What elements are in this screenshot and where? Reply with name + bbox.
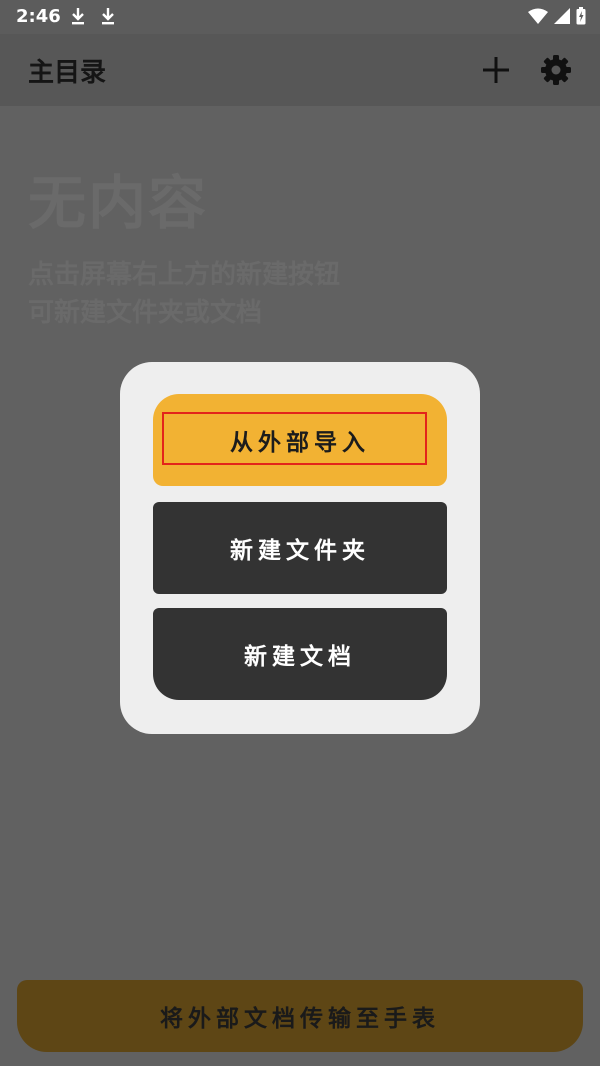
import-external-button[interactable]: 从外部导入 bbox=[153, 394, 447, 486]
status-time: 2:46 bbox=[16, 6, 61, 27]
transfer-to-watch-label: 将外部文档传输至手表 bbox=[160, 1006, 440, 1032]
new-folder-button[interactable]: 新建文件夹 bbox=[153, 502, 447, 594]
plus-icon bbox=[483, 57, 509, 83]
empty-state-line: 点击屏幕右上方的新建按钮 bbox=[28, 260, 341, 290]
new-document-button[interactable]: 新建文档 bbox=[153, 608, 447, 700]
battery-charging-icon bbox=[576, 7, 586, 25]
status-bar: 2:46 bbox=[0, 0, 600, 34]
cellular-signal-icon bbox=[554, 8, 570, 24]
wifi-icon bbox=[528, 8, 548, 24]
highlight-box bbox=[162, 412, 427, 465]
transfer-to-watch-button[interactable]: 将外部文档传输至手表 bbox=[17, 980, 583, 1052]
download-icon bbox=[72, 8, 84, 25]
new-document-label: 新建文档 bbox=[244, 644, 356, 670]
empty-state-description: 点击屏幕右上方的新建按钮 可新建文件夹或文档 bbox=[28, 256, 588, 332]
download-icon bbox=[102, 8, 114, 25]
add-button[interactable] bbox=[480, 54, 512, 86]
new-item-dialog: 从外部导入 新建文件夹 新建文档 bbox=[120, 362, 480, 734]
page-title: 主目录 bbox=[28, 58, 107, 88]
app-screen: 2:46 主目录 无内容 点击屏幕右上方的新建按钮 可新建文件夹或文档 从外部导… bbox=[0, 0, 600, 1066]
empty-state-title: 无内容 bbox=[28, 169, 209, 237]
gear-icon bbox=[541, 55, 571, 85]
status-icons bbox=[528, 6, 586, 26]
empty-state-line: 可新建文件夹或文档 bbox=[28, 298, 263, 328]
settings-button[interactable] bbox=[540, 54, 572, 86]
new-folder-label: 新建文件夹 bbox=[230, 538, 370, 564]
app-bar: 主目录 bbox=[0, 34, 600, 106]
